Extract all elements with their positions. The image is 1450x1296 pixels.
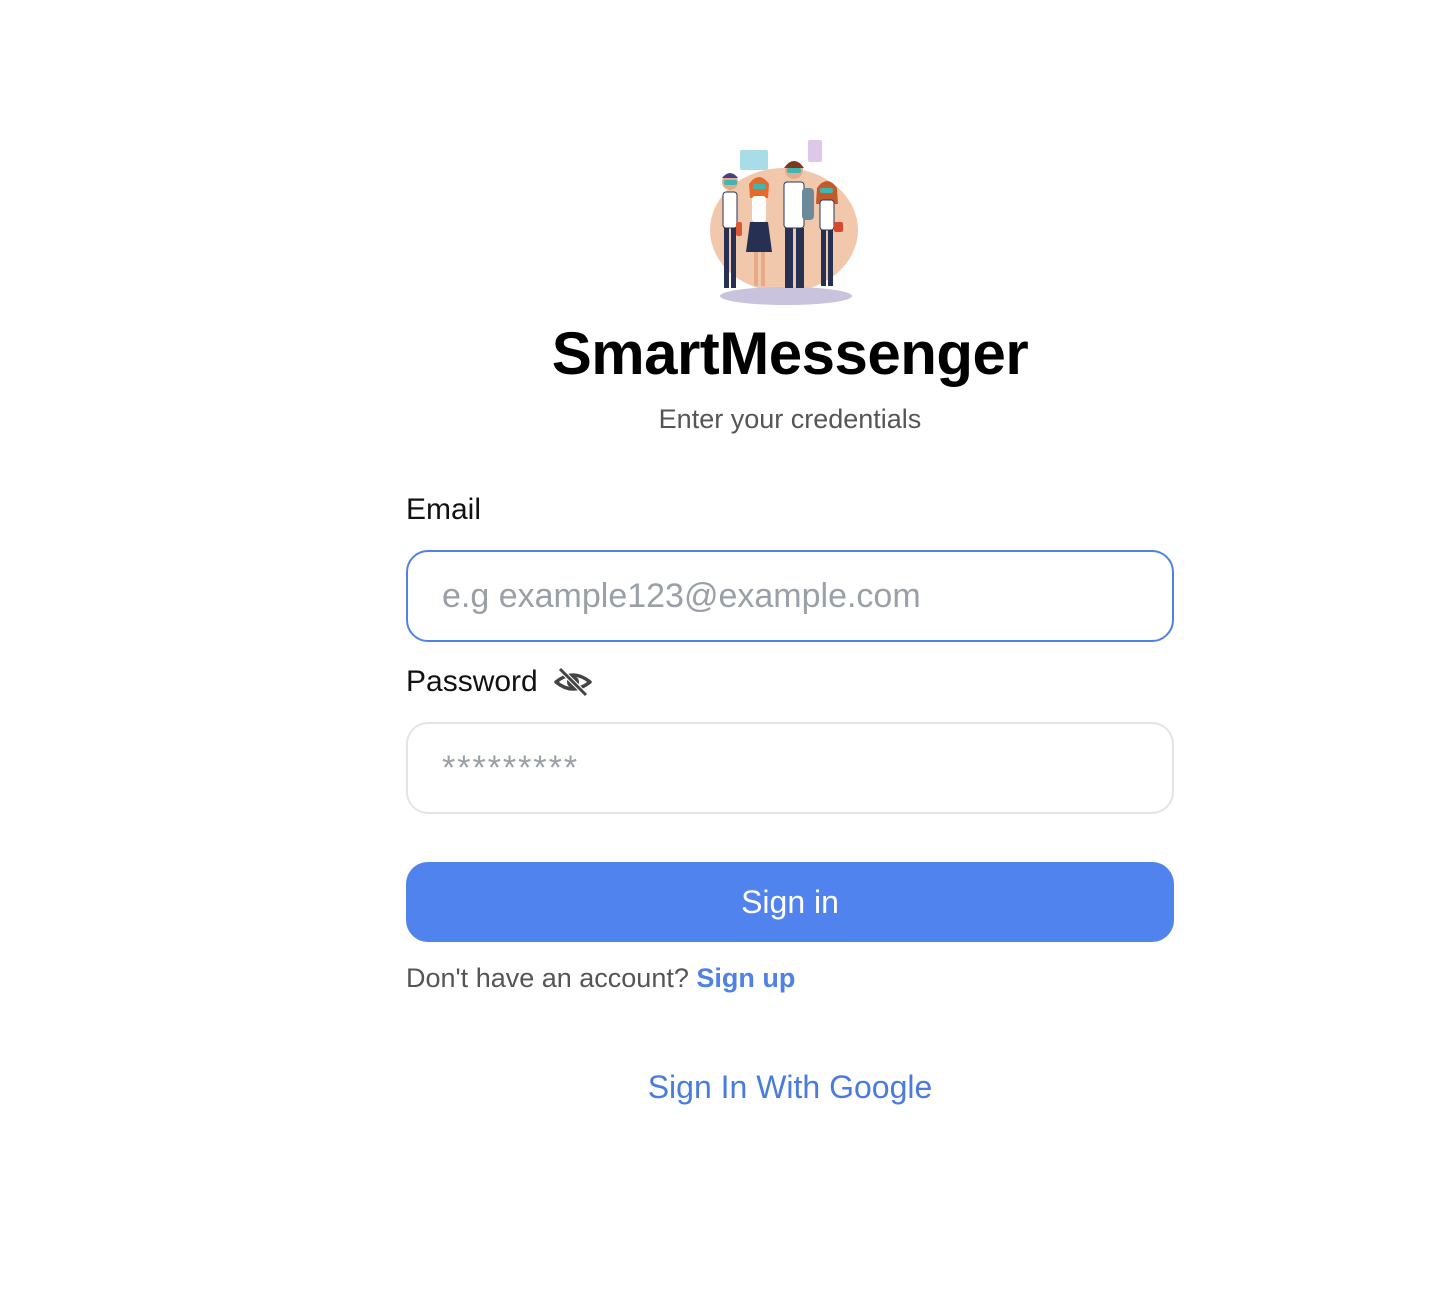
email-label: Email (406, 490, 481, 530)
page-subtitle: Enter your credentials (658, 404, 922, 434)
password-label: Password (406, 662, 592, 702)
signup-row: Don't have an account? Sign up (406, 960, 795, 996)
sign-in-button[interactable]: Sign in (406, 862, 1174, 942)
email-field[interactable] (406, 550, 1174, 642)
app-title: SmartMessenger (551, 320, 1029, 387)
password-field[interactable] (406, 722, 1174, 814)
password-label-text: Password (406, 665, 538, 698)
app-logo (696, 134, 864, 310)
email-label-text: Email (406, 493, 482, 526)
sign-up-link[interactable]: Sign up (696, 963, 795, 993)
eye-slash-icon[interactable] (553, 666, 592, 698)
sign-in-with-google-link[interactable]: Sign In With Google (0, 1066, 1450, 1108)
signup-prompt: Don't have an account? (406, 963, 697, 993)
